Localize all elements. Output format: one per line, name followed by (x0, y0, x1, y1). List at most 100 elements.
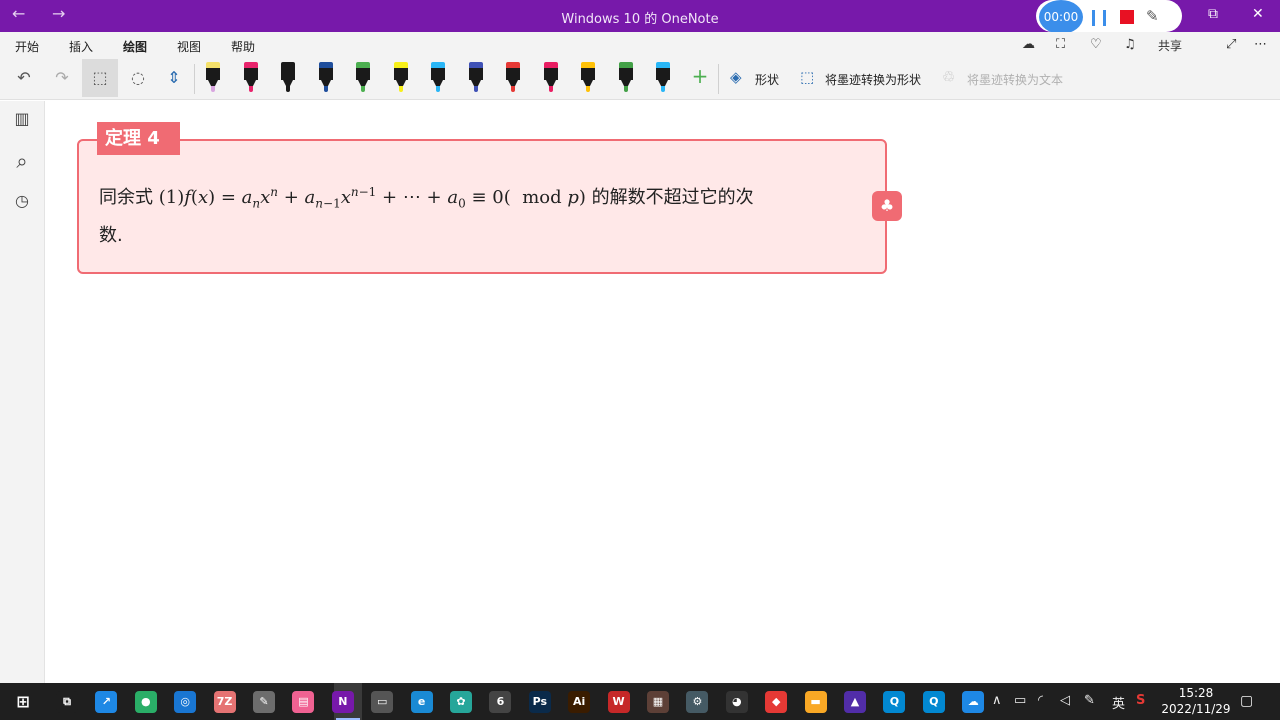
app-7z-icon[interactable]: 7Z (213, 691, 236, 713)
tab-help[interactable]: 帮助 (231, 38, 255, 55)
app-blue-icon[interactable]: ↗ (95, 691, 118, 713)
recorder-timer: 00:00 (1039, 0, 1083, 34)
app-gear-icon[interactable]: ⚙ (686, 691, 709, 713)
pause-icon[interactable] (1092, 10, 1106, 26)
stop-icon[interactable] (1120, 10, 1134, 24)
search-icon[interactable]: ⌕ (10, 149, 34, 173)
tab-view[interactable]: 视图 (177, 38, 201, 55)
pen-body (581, 68, 595, 80)
tab-home[interactable]: 开始 (15, 38, 39, 55)
app-6-icon[interactable]: 6 (489, 691, 512, 713)
pen-1[interactable] (206, 62, 220, 92)
expand-icon[interactable]: ⤢ (1226, 37, 1236, 52)
wechat-icon[interactable]: ● (134, 691, 157, 713)
pen-13[interactable] (656, 62, 670, 92)
pen-8[interactable] (468, 62, 483, 92)
battery-icon[interactable]: ▭ (1014, 693, 1026, 708)
app-q2-icon[interactable]: Q (922, 691, 945, 713)
pen-tray-icon[interactable]: ✎ (1084, 693, 1095, 708)
pen-color-dot (548, 86, 553, 92)
pen-color-dot (323, 86, 328, 92)
pen-body (656, 68, 670, 80)
notifications-icon[interactable]: ▢ (1240, 693, 1253, 709)
app-cloud-icon[interactable]: ☁ (962, 691, 985, 713)
pen-body (506, 68, 520, 80)
network-icon[interactable]: ◜ (1038, 693, 1043, 708)
more-icon[interactable]: ⋯ (1254, 37, 1267, 52)
pen-body (618, 68, 633, 80)
theorem-text-prefix: 同余式 (99, 187, 159, 208)
pen-9[interactable] (506, 62, 520, 92)
shapes-button[interactable]: 形状 (755, 71, 779, 88)
share-button[interactable]: 共享 (1158, 37, 1182, 54)
pen-7[interactable] (431, 62, 445, 92)
tray-chevron-icon[interactable]: ∧ (992, 693, 1002, 708)
pen-5[interactable] (356, 62, 370, 92)
undo-icon[interactable]: ↶ (12, 68, 36, 87)
app-color-icon[interactable]: ◆ (765, 691, 788, 713)
pen-10[interactable] (543, 62, 558, 92)
ime-indicator[interactable]: 英 (1112, 693, 1125, 712)
app-pink-icon[interactable]: ▤ (292, 691, 315, 713)
shapes-icon[interactable]: ◈ (730, 68, 742, 86)
tab-draw[interactable]: 绘图 (123, 38, 148, 61)
edge-icon[interactable]: e (410, 691, 433, 713)
add-pen-icon[interactable]: + (688, 64, 712, 88)
fullscreen-icon[interactable]: ⛶ (1056, 37, 1065, 52)
ink-to-text-button[interactable]: 将墨迹转换为文本 (967, 71, 1063, 88)
photoshop-icon[interactable]: Ps (528, 691, 551, 713)
illustrator-icon[interactable]: Ai (568, 691, 591, 713)
app-purple-icon[interactable]: ▲ (844, 691, 866, 713)
pen-12[interactable] (618, 62, 633, 92)
app-monitor-icon[interactable]: ▭ (371, 691, 394, 713)
close-icon[interactable]: ✕ (1252, 6, 1264, 22)
theorem-formula: (1)f(x) = anxn + an−1xn−1 + ⋯ + a0 ≡ 0( … (158, 185, 586, 211)
draw-toolbar: ↶ ↷ ⬚ ◌ ⇕ + ◈ 形状 ⬚ 将墨迹转换为形状 ♲ 将墨迹转换为文本 (0, 58, 1280, 100)
restore-icon[interactable]: ⧉ (1208, 6, 1218, 22)
onenote-icon[interactable]: N (331, 691, 354, 713)
tab-insert[interactable]: 插入 (69, 38, 93, 55)
theorem-text-line2: 数. (99, 224, 123, 246)
pen-color-dot (286, 86, 290, 92)
redo-icon[interactable]: ↷ (50, 68, 74, 87)
pen-4[interactable] (318, 62, 333, 92)
sync-icon[interactable]: ☁ (1022, 37, 1035, 52)
qq-icon[interactable]: ◕ (725, 691, 748, 713)
app-paint-icon[interactable]: ✎ (253, 691, 275, 713)
ink-to-shape-icon[interactable]: ⬚ (800, 68, 814, 86)
bell-icon[interactable]: ♫ (1124, 37, 1136, 52)
theorem-text[interactable]: 同余式 (1)f(x) = anxn + an−1xn−1 + ⋯ + a0 ≡… (99, 176, 869, 252)
ink-to-text-icon: ♲ (942, 68, 956, 86)
pen-icon[interactable]: ✎ (1146, 7, 1159, 25)
notebooks-icon[interactable]: ▥ (10, 109, 34, 128)
pen-body (393, 68, 408, 80)
pen-2[interactable] (243, 62, 258, 92)
pen-color-dot (398, 86, 403, 92)
wps-icon[interactable]: W (607, 691, 630, 713)
pen-color-dot (211, 86, 215, 92)
pen-body (318, 68, 333, 80)
container-handle-icon[interactable]: ♣ (872, 191, 902, 221)
windows-start-icon[interactable]: ⊞ (12, 691, 34, 713)
add-space-icon[interactable]: ⇕ (162, 68, 186, 87)
app-flower-icon[interactable]: ✿ (450, 691, 472, 713)
volume-icon[interactable]: ◁ (1060, 693, 1070, 708)
recent-icon[interactable]: ◷ (10, 191, 34, 210)
pen-6[interactable] (393, 62, 408, 92)
task-view-icon[interactable]: ⧉ (56, 691, 78, 713)
explorer-icon[interactable]: ▬ (804, 691, 827, 713)
pen-3[interactable] (281, 62, 295, 92)
sogou-icon[interactable]: S (1136, 693, 1145, 708)
app-q1-icon[interactable]: Q (883, 691, 906, 713)
clock[interactable]: 15:28 2022/11/29 (1160, 685, 1232, 717)
idea-icon[interactable]: ♡ (1090, 37, 1102, 52)
pen-color-dot (436, 86, 440, 92)
theorem-label: 定理 4 (97, 122, 180, 155)
app-circle-icon[interactable]: ◎ (174, 691, 197, 713)
app-film-icon[interactable]: ▦ (647, 691, 669, 713)
lasso-icon[interactable]: ◌ (126, 68, 150, 87)
ink-to-shape-button[interactable]: 将墨迹转换为形状 (825, 71, 921, 88)
title-bar: ← → Windows 10 的 OneNote 00:00 ✎ ⧉ ✕ (0, 0, 1280, 34)
pen-11[interactable] (581, 62, 595, 92)
select-text-icon[interactable]: ⬚ (88, 68, 112, 87)
